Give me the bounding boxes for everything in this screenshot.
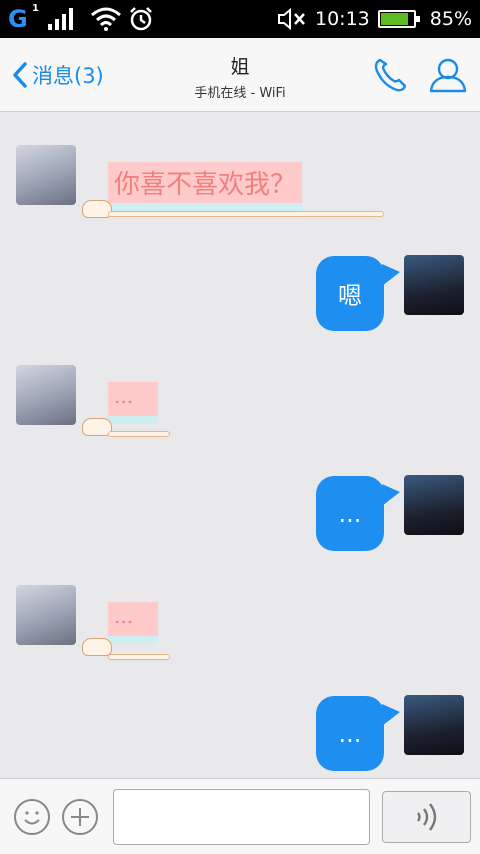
message-input[interactable] <box>113 789 370 845</box>
online-status: 手机在线 - WiFi <box>194 86 286 101</box>
alarm-icon <box>129 7 152 31</box>
phone-icon[interactable] <box>372 56 408 94</box>
message-text: ... <box>108 602 158 636</box>
status-bar: G1 10:13 85% <box>0 0 480 38</box>
message-bubble-received[interactable]: ... <box>108 602 158 644</box>
contact-avatar[interactable] <box>16 585 76 645</box>
message-bubble-received[interactable]: 你喜不喜欢我？ <box>108 162 303 211</box>
smiley-icon <box>24 811 40 825</box>
bubble-decoration <box>108 416 158 424</box>
bubble-decoration <box>108 636 158 644</box>
input-bar <box>0 778 480 854</box>
bubble-rod <box>108 654 170 660</box>
contact-name: 姐 <box>230 56 250 78</box>
bubble-rod <box>108 211 384 217</box>
message-bubble-received[interactable]: ... <box>108 382 158 424</box>
my-avatar[interactable] <box>404 255 464 315</box>
message-text: 嗯 <box>338 282 362 310</box>
cat-sticker-icon <box>82 638 112 656</box>
bubble-tail <box>382 264 400 286</box>
message-text: ... <box>108 382 158 416</box>
chat-header: 消息(3) 姐 手机在线 - WiFi <box>0 38 480 112</box>
contact-avatar[interactable] <box>16 145 76 205</box>
plus-icon <box>71 808 89 826</box>
message-bubble-sent[interactable]: ... <box>316 476 400 551</box>
mute-icon <box>278 7 305 31</box>
network-type: G1 <box>8 3 39 33</box>
my-avatar[interactable] <box>404 475 464 535</box>
signal-icon <box>47 8 73 30</box>
clock: 10:13 <box>315 8 370 30</box>
contact-avatar[interactable] <box>16 365 76 425</box>
voice-icon <box>416 803 436 831</box>
bubble-tail <box>382 704 400 726</box>
message-bubble-sent[interactable]: 嗯 <box>316 256 400 331</box>
message-bubble-sent[interactable]: ... <box>316 696 400 771</box>
message-text: ... <box>338 719 362 748</box>
battery-icon <box>377 10 420 28</box>
bubble-decoration <box>108 203 303 211</box>
emoji-button[interactable] <box>14 799 50 835</box>
add-button[interactable] <box>62 799 98 835</box>
my-avatar[interactable] <box>404 695 464 755</box>
bubble-tail <box>382 484 400 506</box>
voice-button[interactable] <box>382 791 471 843</box>
profile-icon[interactable] <box>428 56 468 94</box>
message-text: 你喜不喜欢我？ <box>108 162 303 203</box>
battery-percent: 85% <box>429 8 472 30</box>
message-text: ... <box>338 499 362 528</box>
wifi-icon <box>90 7 121 31</box>
bubble-rod <box>108 431 170 437</box>
